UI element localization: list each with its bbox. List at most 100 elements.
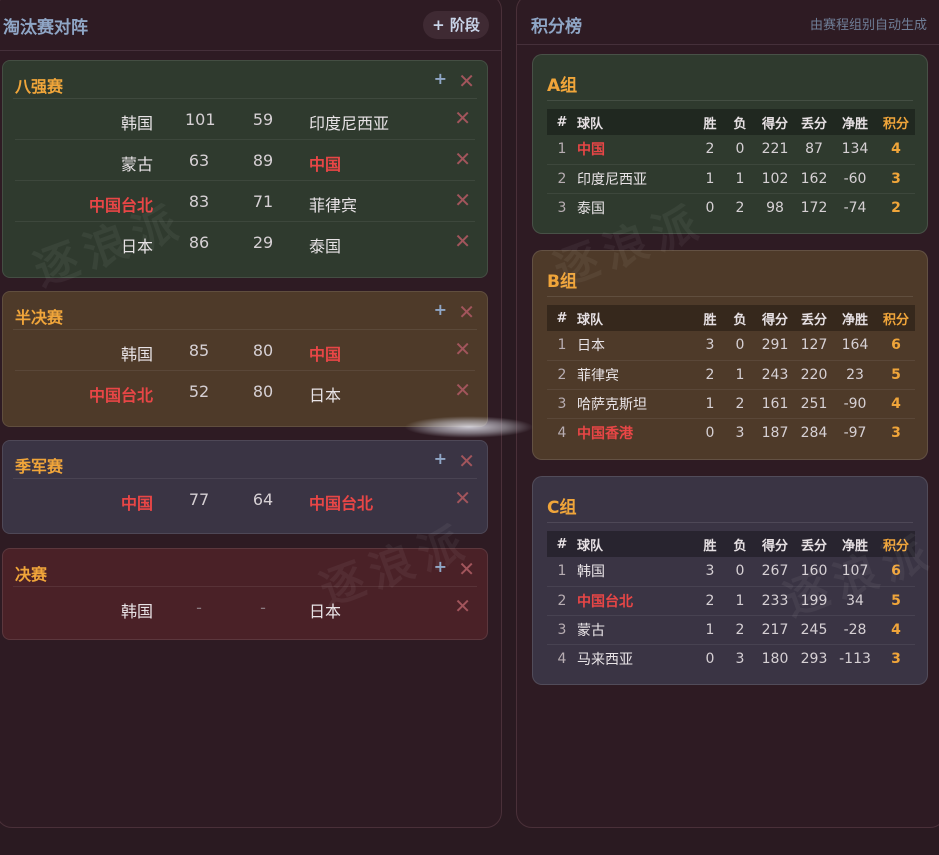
remove-stage-icon[interactable]: ✕ — [458, 559, 475, 579]
team-a[interactable]: 中国台北 — [89, 192, 153, 216]
score-a[interactable]: 83 — [185, 192, 213, 211]
remove-match-icon[interactable]: ✕ — [454, 488, 471, 508]
column-header-team[interactable]: 球队 — [577, 305, 695, 331]
team-b[interactable]: 菲律宾 — [309, 192, 357, 216]
team-b[interactable]: 中国 — [309, 341, 341, 365]
score-b[interactable]: 80 — [249, 382, 277, 401]
cell-pa: 293 — [800, 650, 828, 667]
remove-match-icon[interactable]: ✕ — [454, 380, 471, 400]
team-b[interactable]: 中国台北 — [309, 490, 373, 514]
cell-pa: 162 — [795, 164, 833, 194]
team-b[interactable]: 中国 — [309, 151, 341, 175]
cell-diff: -74 — [843, 199, 867, 216]
standings-row: 2 印度尼西亚 1 1 102 162 -60 3 — [547, 164, 915, 194]
match-row: 韩国 - - 日本 ✕ — [15, 587, 475, 628]
add-match-icon[interactable]: + — [434, 449, 447, 468]
remove-match-icon[interactable]: ✕ — [454, 108, 471, 128]
column-header-pts[interactable]: 积分 — [877, 305, 915, 331]
column-header-pa[interactable]: 丢分 — [795, 109, 833, 135]
remove-match-icon[interactable]: ✕ — [454, 190, 471, 210]
remove-stage-icon[interactable]: ✕ — [458, 451, 475, 471]
column-header-rank[interactable]: # — [547, 531, 577, 557]
column-header-diff[interactable]: 净胜 — [833, 305, 877, 331]
add-stage-button[interactable]: + 阶段 — [423, 11, 489, 39]
column-header-rank[interactable]: # — [547, 109, 577, 135]
team-a[interactable]: 蒙古 — [121, 151, 153, 175]
column-header-pa[interactable]: 丢分 — [795, 305, 833, 331]
cell-team: 马来西亚 — [577, 651, 633, 668]
cell-pts: 5 — [877, 360, 915, 390]
score-b[interactable]: 64 — [249, 490, 277, 509]
score-a[interactable]: 101 — [185, 110, 216, 129]
cell-diff: -28 — [833, 615, 877, 645]
column-header-team[interactable]: 球队 — [577, 109, 695, 135]
column-header-pa[interactable]: 丢分 — [795, 531, 833, 557]
cell-team: 泰国 — [577, 200, 605, 217]
cell-team: 中国香港 — [577, 425, 633, 442]
column-header-l[interactable]: 负 — [725, 305, 755, 331]
score-b[interactable]: 71 — [249, 192, 277, 211]
team-b[interactable]: 泰国 — [309, 233, 341, 257]
team-a[interactable]: 日本 — [121, 233, 153, 257]
score-b[interactable]: 29 — [249, 233, 277, 252]
remove-stage-icon[interactable]: ✕ — [458, 302, 475, 322]
cell-pf: 221 — [755, 135, 795, 165]
cell-w: 1 — [695, 389, 725, 419]
score-b[interactable]: 89 — [249, 151, 277, 170]
cell-l: 1 — [725, 164, 755, 194]
cell-w: 0 — [705, 650, 715, 667]
column-header-rank[interactable]: # — [547, 305, 577, 331]
standings-row: 3 哈萨克斯坦 1 2 161 251 -90 4 — [547, 389, 915, 419]
column-header-w[interactable]: 胜 — [695, 531, 725, 557]
cell-pts: 6 — [877, 557, 915, 587]
column-header-l[interactable]: 负 — [725, 109, 755, 135]
score-a[interactable]: 63 — [185, 151, 213, 170]
team-b[interactable]: 日本 — [309, 598, 341, 622]
score-a[interactable]: 77 — [185, 490, 213, 509]
match-row: 日本 86 29 泰国 ✕ — [15, 222, 475, 263]
cell-pa: 87 — [795, 135, 833, 165]
score-b[interactable]: - — [249, 598, 277, 617]
standings-row: 3 泰国 0 2 98 172 -74 2 — [547, 193, 915, 222]
standings-row: 2 菲律宾 2 1 243 220 23 5 — [547, 360, 915, 390]
team-b[interactable]: 印度尼西亚 — [309, 110, 389, 134]
remove-match-icon[interactable]: ✕ — [454, 149, 471, 169]
score-a[interactable]: 86 — [185, 233, 213, 252]
team-a[interactable]: 中国台北 — [89, 382, 153, 406]
team-a[interactable]: 中国 — [121, 490, 153, 514]
score-b[interactable]: 59 — [249, 110, 277, 129]
team-a[interactable]: 韩国 — [121, 598, 153, 622]
column-header-diff[interactable]: 净胜 — [833, 531, 877, 557]
remove-match-icon[interactable]: ✕ — [454, 231, 471, 251]
score-a[interactable]: 85 — [185, 341, 213, 360]
team-b[interactable]: 日本 — [309, 382, 341, 406]
remove-stage-icon[interactable]: ✕ — [458, 71, 475, 91]
column-header-l[interactable]: 负 — [725, 531, 755, 557]
column-header-w[interactable]: 胜 — [695, 305, 725, 331]
match-row: 中国台北 52 80 日本 ✕ — [15, 371, 475, 412]
remove-match-icon[interactable]: ✕ — [454, 596, 471, 616]
score-b[interactable]: 80 — [249, 341, 277, 360]
add-match-icon[interactable]: + — [434, 69, 447, 88]
column-header-pts[interactable]: 积分 — [877, 109, 915, 135]
team-a[interactable]: 韩国 — [121, 341, 153, 365]
knockout-title: 淘汰赛对阵 — [3, 18, 88, 38]
group-divider — [547, 296, 913, 297]
column-header-team[interactable]: 球队 — [577, 531, 695, 557]
add-match-icon[interactable]: + — [434, 557, 447, 576]
column-header-pts[interactable]: 积分 — [877, 531, 915, 557]
score-a[interactable]: 52 — [185, 382, 213, 401]
team-a[interactable]: 韩国 — [121, 110, 153, 134]
knockout-header: 淘汰赛对阵 + 阶段 — [0, 0, 501, 51]
column-header-diff[interactable]: 净胜 — [833, 109, 877, 135]
cell-diff: 34 — [833, 586, 877, 616]
column-header-w[interactable]: 胜 — [695, 109, 725, 135]
column-header-pf[interactable]: 得分 — [755, 531, 795, 557]
score-a[interactable]: - — [185, 598, 213, 617]
cell-diff: -60 — [833, 164, 877, 194]
match-row: 韩国 85 80 中国 ✕ — [15, 330, 475, 371]
add-match-icon[interactable]: + — [434, 300, 447, 319]
remove-match-icon[interactable]: ✕ — [454, 339, 471, 359]
column-header-pf[interactable]: 得分 — [755, 305, 795, 331]
column-header-pf[interactable]: 得分 — [755, 109, 795, 135]
